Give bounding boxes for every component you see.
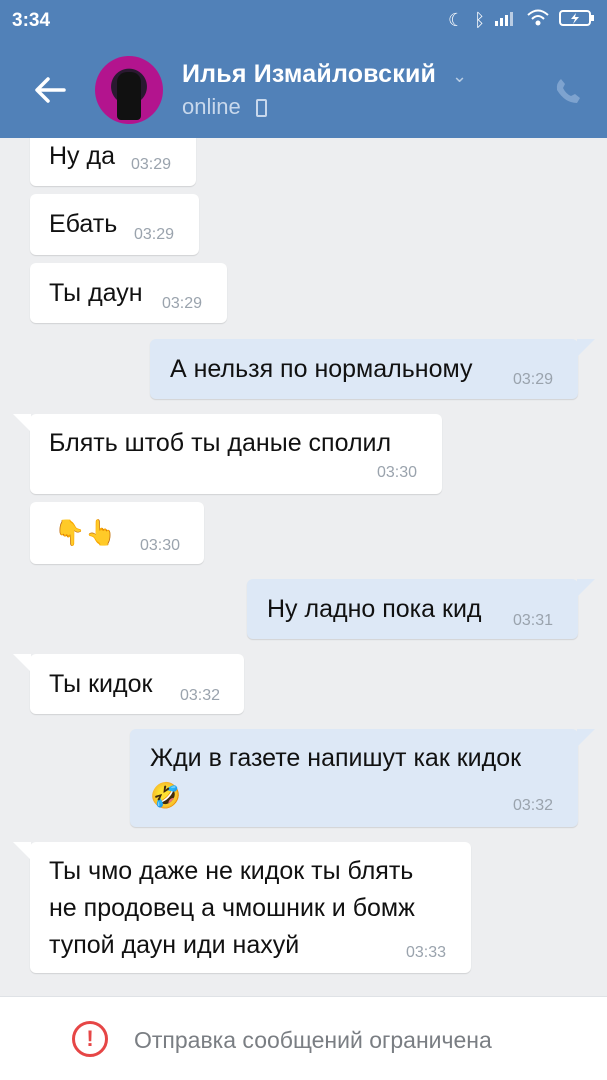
message-text-line: Ты чмо даже не кидок ты блять <box>49 857 414 885</box>
message-time: 03:31 <box>513 612 554 629</box>
message-bubble-incoming[interactable]: Ты даун 03:29 <box>30 263 227 323</box>
battery-charging-icon <box>559 9 595 32</box>
emoji-rofl-icon: 🤣 <box>150 781 182 810</box>
message-time: 03:32 <box>180 687 221 704</box>
message-bubble-incoming[interactable]: Ты чмо даже не кидок ты блять не продове… <box>13 842 471 973</box>
contact-name[interactable]: Илья Измайловский <box>182 60 436 89</box>
avatar[interactable] <box>95 56 163 124</box>
message-time: 03:29 <box>134 226 175 243</box>
message-bubble-incoming[interactable]: Ну да 03:29 <box>30 138 196 186</box>
message-text: 👇👆 <box>54 518 117 547</box>
message-text: Жди в газете напишут как кидок <box>150 744 522 772</box>
bluetooth-icon: ᛒ <box>474 10 485 30</box>
message-text: А нельзя по нормальному <box>170 355 473 383</box>
message-bubble-outgoing[interactable]: А нельзя по нормальному 03:29 <box>150 339 595 399</box>
status-icons: ☾ ᛒ <box>448 9 595 32</box>
mobile-icon <box>256 99 267 117</box>
message-bubble-incoming[interactable]: Ты кидок 03:32 <box>13 654 244 714</box>
chevron-down-icon[interactable]: ⌄ <box>452 66 467 87</box>
message-time: 03:33 <box>406 944 447 961</box>
message-bubble-outgoing[interactable]: Ну ладно пока кид 03:31 <box>247 579 595 639</box>
status-bar: 3:34 ☾ ᛒ <box>0 0 607 44</box>
phone-icon <box>556 79 580 103</box>
message-time: 03:29 <box>131 156 172 173</box>
message-text: Ну ладно пока кид <box>267 595 482 623</box>
message-text-line: не продовец а чмошник и бомж <box>49 894 415 922</box>
arrow-left-icon <box>35 77 66 103</box>
restriction-footer: ! Отправка сообщений ограничена <box>0 996 607 1080</box>
restriction-notice: Отправка сообщений ограничена <box>134 1027 492 1053</box>
message-time: 03:29 <box>513 371 554 388</box>
status-time: 3:34 <box>12 10 51 31</box>
message-text: Ты кидок <box>49 670 153 698</box>
moon-icon: ☾ <box>448 10 465 30</box>
message-list[interactable]: Ну да 03:29 Ебать 03:29 Ты даун 03:29 А … <box>0 138 607 996</box>
chat-header: Илья Измайловский ⌄ online <box>0 44 607 138</box>
message-text: Блять штоб ты даные сполил <box>49 429 392 457</box>
back-button[interactable] <box>30 70 70 110</box>
contact-status: online <box>182 94 241 119</box>
message-text: Ты даун <box>49 279 143 307</box>
message-text: Ну да <box>49 142 115 170</box>
message-text-line: тупой даун иди нахуй <box>49 931 300 959</box>
message-time: 03:30 <box>377 464 418 481</box>
warning-icon: ! <box>72 1021 108 1057</box>
message-bubble-incoming[interactable]: 👇👆 03:30 <box>30 502 204 564</box>
wifi-icon <box>527 9 549 32</box>
message-time: 03:30 <box>140 537 181 554</box>
signal-icon <box>495 10 517 31</box>
message-bubble-outgoing[interactable]: Жди в газете напишут как кидок 🤣 03:32 <box>130 729 595 827</box>
message-bubble-incoming[interactable]: Ебать 03:29 <box>30 194 199 255</box>
call-button[interactable] <box>553 76 583 106</box>
message-text: Ебать <box>49 210 118 238</box>
message-time: 03:29 <box>162 295 203 312</box>
message-time: 03:32 <box>513 797 554 814</box>
message-bubble-incoming[interactable]: Блять штоб ты даные сполил 03:30 <box>13 414 442 494</box>
